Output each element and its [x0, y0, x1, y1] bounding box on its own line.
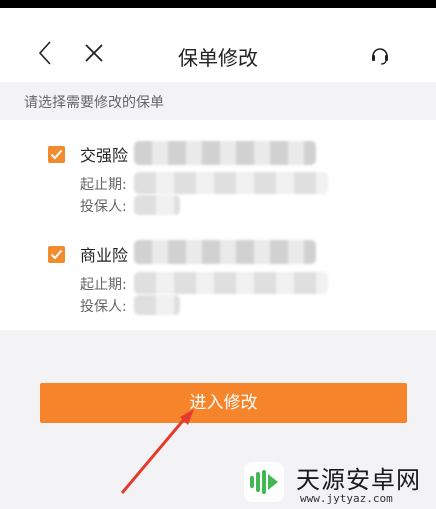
check-icon — [50, 149, 63, 160]
redacted-insured — [134, 295, 180, 315]
redacted-period — [134, 272, 328, 294]
redacted-policy-number — [134, 240, 316, 264]
enter-modify-button[interactable]: 进入修改 — [40, 383, 407, 423]
android-logo-icon — [250, 470, 278, 494]
insured-label: 投保人: — [80, 299, 127, 315]
period-label: 起止期: — [80, 177, 127, 193]
annotation-arrow-icon — [120, 409, 194, 494]
watermark: 天源安卓网 www.jytyaz.com — [240, 458, 436, 509]
policy-name: 商业险 — [80, 246, 129, 265]
check-icon — [50, 249, 63, 260]
redacted-insured — [134, 195, 180, 215]
headset-icon[interactable] — [370, 44, 390, 66]
insured-label: 投保人: — [80, 199, 127, 215]
policy-name: 交强险 — [80, 146, 129, 165]
policy-checkbox-compulsory[interactable] — [48, 146, 65, 163]
section-label: 请选择需要修改的保单 — [24, 95, 164, 111]
watermark-url: www.jytyaz.com — [300, 492, 393, 505]
policy-checkbox-commercial[interactable] — [48, 246, 65, 263]
period-label: 起止期: — [80, 277, 127, 293]
redacted-policy-number — [134, 141, 316, 165]
redacted-period — [134, 172, 328, 194]
watermark-logo — [244, 462, 284, 502]
status-bar — [0, 0, 436, 8]
watermark-title: 天源安卓网 — [296, 466, 421, 494]
